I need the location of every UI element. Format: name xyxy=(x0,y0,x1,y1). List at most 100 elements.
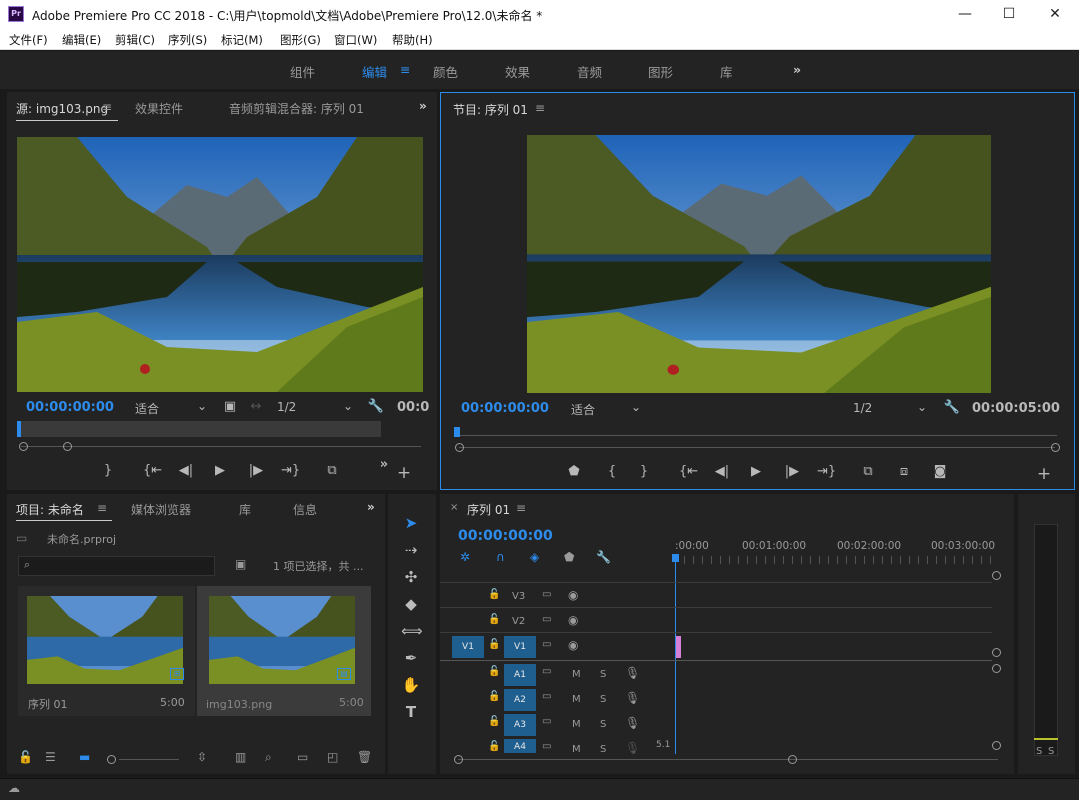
eye-icon[interactable]: ◉ xyxy=(568,588,578,602)
workspace-color[interactable]: 颜色 xyxy=(433,62,458,81)
solo-right-button[interactable]: S xyxy=(1048,746,1054,757)
source-fit-dropdown[interactable]: 适合 xyxy=(135,400,159,417)
sort-icon[interactable]: ⇳ xyxy=(197,750,207,764)
add-marker-icon[interactable]: ⬟ xyxy=(564,550,574,564)
step-back-icon[interactable]: ◀| xyxy=(177,462,195,480)
safe-margins-icon[interactable]: ▣ xyxy=(221,398,239,416)
toggle-sync-icon[interactable]: ▭ xyxy=(542,666,551,677)
play-button[interactable]: ▶ xyxy=(747,463,765,481)
lock-icon[interactable]: 🔓 xyxy=(18,750,33,764)
program-zoom-bar[interactable] xyxy=(459,447,1055,448)
lock-icon[interactable]: 🔓 xyxy=(488,741,500,752)
workspace-menu-icon[interactable]: ≡ xyxy=(400,62,410,77)
tab-program[interactable]: 节目: 序列 01 xyxy=(453,101,528,118)
zoom-handle-left[interactable] xyxy=(19,442,28,451)
microphone-icon[interactable]: 🎙 xyxy=(625,691,640,705)
source-timecode[interactable]: 00:00:00:00 xyxy=(26,400,114,415)
mute-button[interactable]: M xyxy=(572,719,581,730)
tab-effect-controls[interactable]: 效果控件 xyxy=(135,100,183,117)
track-select-tool-icon[interactable]: ⇢ xyxy=(401,541,421,559)
add-button-icon[interactable]: + xyxy=(1035,465,1053,483)
tab-media-browser[interactable]: 媒体浏览器 xyxy=(131,501,191,518)
solo-button[interactable]: S xyxy=(600,744,606,755)
snap-icon[interactable]: ∩ xyxy=(496,550,505,564)
track-label-v3[interactable]: V3 xyxy=(512,591,525,602)
find-icon[interactable]: ⌕ xyxy=(265,750,272,765)
pen-tool-icon[interactable]: ✒ xyxy=(401,649,421,667)
close-icon[interactable]: × xyxy=(450,502,458,513)
program-resolution-dropdown[interactable]: 1/2 xyxy=(853,401,872,415)
time-ruler[interactable] xyxy=(675,556,995,564)
workspace-assembly[interactable]: 组件 xyxy=(290,62,315,81)
tab-sequence[interactable]: 序列 01 xyxy=(467,501,510,518)
mark-in-icon[interactable]: { xyxy=(603,463,621,481)
workspace-audio[interactable]: 音频 xyxy=(577,62,602,81)
tab-project[interactable]: 项目: 未命名 xyxy=(16,501,84,518)
toggle-sync-icon[interactable]: ▭ xyxy=(542,716,551,727)
panel-overflow[interactable]: » xyxy=(419,99,427,113)
zoom-handle-right[interactable] xyxy=(63,442,72,451)
extract-icon[interactable]: ⧈ xyxy=(895,463,913,481)
mute-button[interactable]: M xyxy=(572,744,581,755)
more-buttons-icon[interactable]: » xyxy=(375,456,393,474)
workspace-libraries[interactable]: 库 xyxy=(720,62,733,81)
insert-icon[interactable]: ⧉ xyxy=(323,462,341,480)
tab-menu-icon[interactable]: ≡ xyxy=(97,501,107,515)
workspace-overflow[interactable]: » xyxy=(793,62,801,77)
toggle-sync-icon[interactable]: ▭ xyxy=(542,691,551,702)
program-fit-dropdown[interactable]: 适合 xyxy=(571,401,595,418)
mark-out-icon[interactable]: } xyxy=(99,462,117,480)
drag-video-icon[interactable]: ↔ xyxy=(247,398,265,416)
project-item-sequence[interactable]: ⊞ 序列 01 5:00 xyxy=(18,586,195,716)
menu-marker[interactable]: 标记(M) xyxy=(221,32,263,48)
menu-graphics[interactable]: 图形(G) xyxy=(280,32,321,48)
chevron-down-icon[interactable]: ⌄ xyxy=(917,400,927,414)
new-bin-icon[interactable]: ▭ xyxy=(297,750,308,764)
microphone-icon[interactable]: 🎙 xyxy=(625,716,640,730)
search-input[interactable] xyxy=(18,556,215,576)
mute-button[interactable]: M xyxy=(572,669,581,680)
horizontal-zoom-bar[interactable] xyxy=(458,759,998,760)
microphone-icon[interactable]: 🎙 xyxy=(625,741,640,755)
go-to-in-icon[interactable]: {⇤ xyxy=(143,462,162,480)
panel-overflow[interactable]: » xyxy=(367,500,375,514)
a-scroll-handle-top[interactable] xyxy=(992,664,1001,673)
tab-menu-icon[interactable]: ≡ xyxy=(535,101,545,115)
project-item-image[interactable]: ▤ img103.png 5:00 xyxy=(197,586,371,716)
lock-icon[interactable]: 🔓 xyxy=(488,639,500,650)
export-frame-icon[interactable]: ◙ xyxy=(931,463,949,481)
play-button[interactable]: ▶ xyxy=(211,462,229,480)
trash-icon[interactable]: 🗑 xyxy=(357,750,372,764)
hand-tool-icon[interactable]: ✋ xyxy=(401,676,421,694)
h-zoom-handle-left[interactable] xyxy=(454,755,463,764)
toggle-sync-icon[interactable]: ▭ xyxy=(542,589,551,600)
menu-window[interactable]: 窗口(W) xyxy=(334,32,377,48)
ripple-edit-tool-icon[interactable]: ✣ xyxy=(401,568,421,586)
h-zoom-handle-right[interactable] xyxy=(788,755,797,764)
add-marker-icon[interactable]: ⬟ xyxy=(565,463,583,481)
track-label-a2[interactable]: A2 xyxy=(504,689,536,711)
source-patch-v1[interactable]: V1 xyxy=(452,636,484,658)
menu-help[interactable]: 帮助(H) xyxy=(392,32,433,48)
workspace-graphics[interactable]: 图形 xyxy=(648,62,673,81)
source-zoom-bar[interactable] xyxy=(21,446,421,447)
track-label-v2[interactable]: V2 xyxy=(512,616,525,627)
chevron-down-icon[interactable]: ⌄ xyxy=(343,399,353,413)
source-resolution-dropdown[interactable]: 1/2 xyxy=(277,400,296,414)
menu-sequence[interactable]: 序列(S) xyxy=(168,32,207,48)
slip-tool-icon[interactable]: ⟺ xyxy=(401,622,423,640)
eye-icon[interactable]: ◉ xyxy=(568,613,578,627)
automate-to-sequence-icon[interactable]: ▥ xyxy=(235,750,246,764)
track-label-v1[interactable]: V1 xyxy=(504,636,536,658)
selection-tool-icon[interactable]: ➤ xyxy=(401,514,421,532)
menu-clip[interactable]: 剪辑(C) xyxy=(115,32,155,48)
track-label-a4[interactable]: A4 xyxy=(504,739,536,753)
type-tool-icon[interactable]: T xyxy=(401,703,421,721)
source-time-ruler[interactable] xyxy=(17,421,381,437)
cloud-sync-icon[interactable]: ☁ xyxy=(8,781,20,795)
workspace-effects[interactable]: 效果 xyxy=(505,62,530,81)
program-playhead[interactable] xyxy=(454,427,460,437)
wrench-icon[interactable]: 🔧 xyxy=(367,398,385,416)
lock-icon[interactable]: 🔓 xyxy=(488,589,500,600)
go-to-out-icon[interactable]: ⇥} xyxy=(817,463,836,481)
